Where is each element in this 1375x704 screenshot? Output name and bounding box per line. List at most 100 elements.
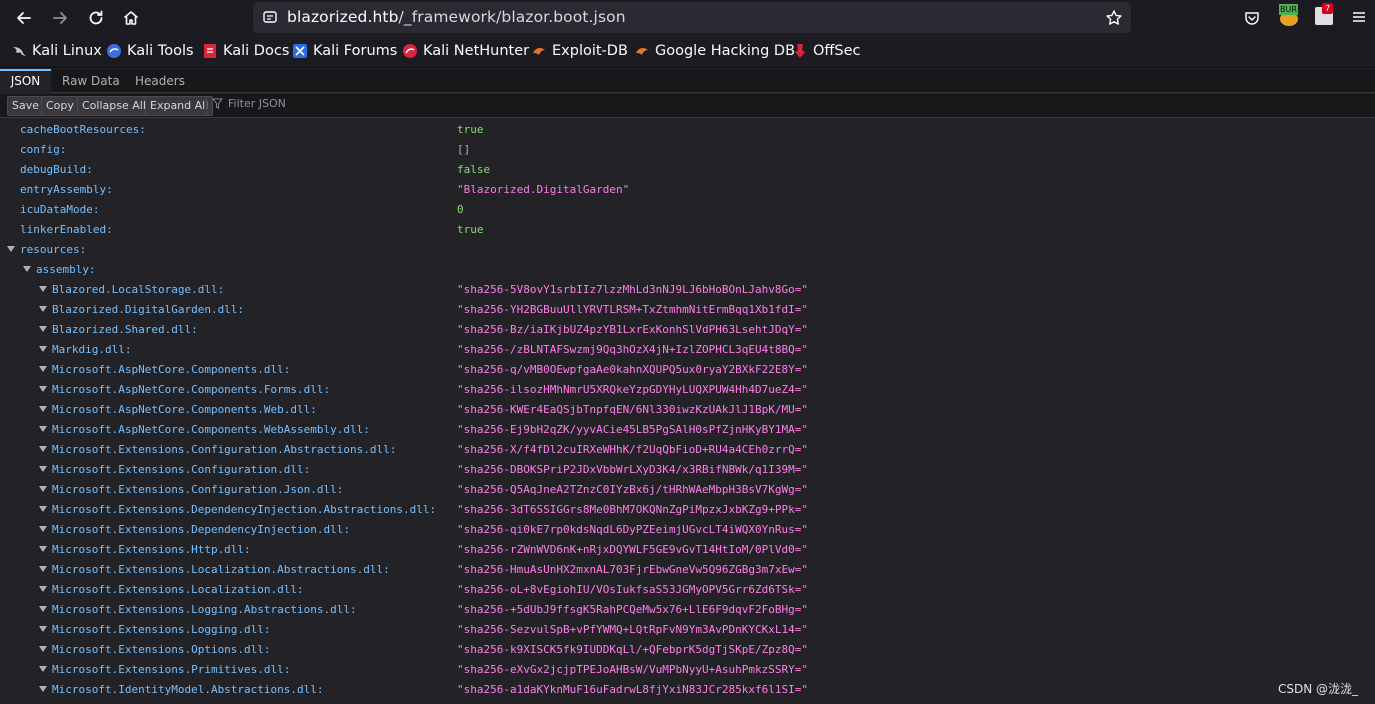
tab-headers[interactable]: Headers: [135, 69, 185, 93]
json-row[interactable]: Microsoft.Extensions.Options.dll: "sha256…: [0, 639, 1375, 659]
bookmark-kali-forums[interactable]: Kali Forums: [292, 43, 397, 59]
json-row[interactable]: Microsoft.Extensions.Configuration.dll: "…: [0, 459, 1375, 479]
expand-toggle-icon[interactable]: [39, 666, 47, 672]
bookmark-google-hacking-db[interactable]: Google Hacking DB: [634, 43, 795, 59]
bookmark-star-icon[interactable]: [1105, 9, 1123, 27]
bookmark-exploit-db[interactable]: Exploit-DB: [531, 43, 628, 59]
forward-button[interactable]: [42, 0, 78, 36]
json-row[interactable]: Microsoft.AspNetCore.Components.Forms.dl…: [0, 379, 1375, 399]
bookmark-kali-linux[interactable]: Kali Linux: [11, 43, 102, 59]
filter-json-input[interactable]: Filter JSON: [212, 97, 286, 110]
json-row[interactable]: config: []: [0, 139, 1375, 159]
expand-toggle-icon[interactable]: [39, 566, 47, 572]
expand-toggle-icon[interactable]: [39, 306, 47, 312]
expand-toggle-icon[interactable]: [39, 446, 47, 452]
json-row[interactable]: Microsoft.Extensions.Configuration.Abstr…: [0, 439, 1375, 459]
json-key: Microsoft.Extensions.DependencyInjection…: [52, 503, 437, 516]
tab-raw-data[interactable]: Raw Data: [62, 69, 120, 93]
collapse-all-button[interactable]: Collapse All: [77, 96, 151, 116]
home-button[interactable]: [113, 0, 149, 36]
json-row[interactable]: Blazorized.DigitalGarden.dll: "sha256-YH2…: [0, 299, 1375, 319]
json-row[interactable]: Microsoft.Extensions.Localization.Abstra…: [0, 559, 1375, 579]
json-row[interactable]: Microsoft.Extensions.Primitives.dll: "sha…: [0, 659, 1375, 679]
json-row[interactable]: linkerEnabled: true: [0, 219, 1375, 239]
json-row[interactable]: entryAssembly: "Blazorized.DigitalGarden": [0, 179, 1375, 199]
expand-toggle-icon[interactable]: [39, 426, 47, 432]
expand-all-button[interactable]: Expand All: [145, 96, 214, 116]
back-button[interactable]: [6, 0, 42, 36]
expand-toggle-icon[interactable]: [39, 406, 47, 412]
extension-badge-icon[interactable]: 7: [1315, 3, 1333, 25]
expand-toggle-icon[interactable]: [39, 506, 47, 512]
json-row[interactable]: Markdig.dll: "sha256-/zBLNTAFSwzmj9Qq3hOz…: [0, 339, 1375, 359]
json-row[interactable]: Blazorized.Shared.dll: "sha256-Bz/iaIKjbU…: [0, 319, 1375, 339]
expand-toggle-icon[interactable]: [39, 546, 47, 552]
expand-toggle-icon[interactable]: [39, 286, 47, 292]
json-key: Microsoft.Extensions.Logging.dll:: [52, 623, 271, 636]
expand-toggle-icon[interactable]: [39, 626, 47, 632]
json-row[interactable]: icuDataMode: 0: [0, 199, 1375, 219]
json-value: true: [457, 123, 484, 136]
bookmark-label: OffSec: [813, 43, 861, 59]
expand-toggle-icon[interactable]: [39, 346, 47, 352]
expand-toggle-icon[interactable]: [39, 686, 47, 692]
reload-button[interactable]: [78, 0, 114, 36]
offsec-icon: [795, 44, 805, 58]
expand-toggle-icon[interactable]: [39, 466, 47, 472]
json-row[interactable]: Microsoft.Extensions.DependencyInjection…: [0, 499, 1375, 519]
json-row[interactable]: cacheBootResources: true: [0, 119, 1375, 139]
json-value: true: [457, 223, 484, 236]
json-row[interactable]: Blazored.LocalStorage.dll: "sha256-5V8ovY…: [0, 279, 1375, 299]
url-text[interactable]: blazorized.htb/_framework/blazor.boot.js…: [287, 8, 626, 26]
json-value: "sha256-Q5AqJneA2TZnzC0IYzBx6j/tHRhWAeMb…: [457, 483, 808, 496]
expand-toggle-icon[interactable]: [39, 326, 47, 332]
json-row[interactable]: assembly:: [0, 259, 1375, 279]
expand-toggle-icon[interactable]: [39, 486, 47, 492]
back-arrow-icon: [17, 12, 31, 24]
bookmark-offsec[interactable]: OffSec: [792, 43, 861, 59]
bookmark-kali-nethunter[interactable]: Kali NetHunter: [402, 43, 529, 59]
expand-toggle-icon[interactable]: [7, 246, 15, 252]
expand-toggle-icon[interactable]: [39, 606, 47, 612]
json-row[interactable]: Microsoft.AspNetCore.Components.dll: "sha…: [0, 359, 1375, 379]
json-row[interactable]: Microsoft.AspNetCore.Components.WebAssem…: [0, 419, 1375, 439]
json-row[interactable]: Microsoft.Extensions.Logging.Abstraction…: [0, 599, 1375, 619]
filter-icon: [212, 98, 223, 109]
json-row[interactable]: Microsoft.Extensions.Logging.dll: "sha256…: [0, 619, 1375, 639]
hamburger-menu-icon[interactable]: [1352, 10, 1366, 24]
json-row[interactable]: resources:: [0, 239, 1375, 259]
filter-placeholder: Filter JSON: [228, 97, 286, 110]
save-button[interactable]: Save: [7, 96, 45, 116]
copy-button[interactable]: Copy: [41, 96, 79, 116]
page-info-icon[interactable]: [262, 9, 278, 25]
toolbar-divider: [206, 97, 207, 115]
expand-toggle-icon[interactable]: [39, 366, 47, 372]
json-row[interactable]: debugBuild: false: [0, 159, 1375, 179]
expand-toggle-icon[interactable]: [39, 386, 47, 392]
expand-toggle-icon[interactable]: [39, 526, 47, 532]
json-row[interactable]: Microsoft.Extensions.Configuration.Json.…: [0, 479, 1375, 499]
json-value: "sha256-5V8ovY1srbIIz7lzzMhLd3nNJ9LJ6bHo…: [457, 283, 808, 296]
json-row[interactable]: Microsoft.AspNetCore.Components.Web.dll:…: [0, 399, 1375, 419]
json-value: "sha256-KWEr4EaQSjbTnpfqEN/6Nl330iwzKzUA…: [457, 403, 808, 416]
json-row[interactable]: Microsoft.Extensions.Localization.dll: "s…: [0, 579, 1375, 599]
address-bar[interactable]: blazorized.htb/_framework/blazor.boot.js…: [253, 2, 1131, 33]
bookmark-kali-tools[interactable]: Kali Tools: [106, 43, 194, 59]
expand-toggle-icon[interactable]: [39, 646, 47, 652]
url-path: /_framework/blazor.boot.json: [398, 8, 626, 26]
burp-label: BUR: [1279, 4, 1298, 15]
json-row[interactable]: Microsoft.Extensions.Http.dll: "sha256-rZ…: [0, 539, 1375, 559]
tab-json[interactable]: JSON: [0, 69, 51, 93]
reload-icon: [89, 10, 103, 25]
exploit-db-icon: [533, 48, 545, 55]
expand-toggle-icon[interactable]: [39, 586, 47, 592]
json-row[interactable]: Microsoft.Extensions.DependencyInjection…: [0, 519, 1375, 539]
bookmark-kali-docs[interactable]: Kali Docs: [202, 43, 289, 59]
json-key: entryAssembly:: [20, 183, 113, 196]
burp-extension-icon[interactable]: BUR: [1279, 4, 1299, 26]
pocket-icon[interactable]: [1243, 9, 1261, 27]
expand-toggle-icon[interactable]: [23, 266, 31, 272]
json-value: "sha256-qi0kE7rp0kdsNqdL6DyPZEeimjUGvcLT…: [457, 523, 808, 536]
json-key: assembly:: [36, 263, 96, 276]
json-row[interactable]: Microsoft.IdentityModel.Abstractions.dll…: [0, 679, 1375, 699]
